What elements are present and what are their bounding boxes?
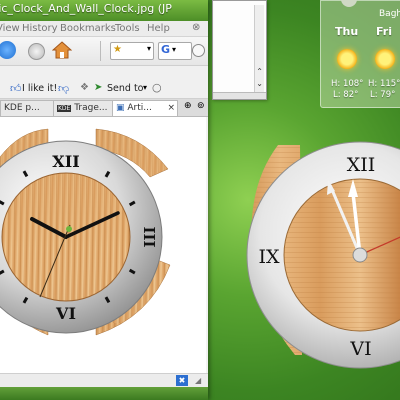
menu-view[interactable]: View [0, 23, 20, 34]
weather-top-icon [341, 0, 357, 7]
tab-tragedy[interactable]: KDE Trage... [53, 100, 113, 116]
desktop-clock-widget[interactable]: XII IX VI [240, 125, 400, 375]
menu-bar: View History Bookmarks Tools Help ⊗ [0, 21, 208, 37]
toolbar-spacer [0, 66, 208, 80]
weather-low-fri: L: 79° [370, 90, 396, 100]
tab-label: Arti... [127, 103, 152, 113]
tag-icon[interactable]: ❖ [80, 82, 89, 93]
menu-history[interactable]: History [22, 23, 58, 34]
status-bar: ✖ ◢ [0, 373, 208, 388]
scroll-up-arrow-icon[interactable]: ⌃ [256, 67, 263, 76]
like-button[interactable]: I like it! [22, 83, 57, 94]
close-icon[interactable]: ⊗ [192, 22, 200, 33]
search-field[interactable]: G ▾ [158, 42, 192, 60]
tab-close-icon[interactable]: × [167, 101, 175, 116]
browser-window[interactable]: tic_Clock_And_Wall_Clock.jpg (JP View Hi… [0, 0, 208, 400]
image-icon: ▣ [116, 103, 125, 113]
url-field[interactable]: ★ ▾ [110, 42, 154, 60]
weather-day-thu: Thu [335, 25, 359, 38]
send-icon[interactable]: ➤ [94, 82, 102, 93]
tab-kde[interactable]: KDE p... [0, 100, 54, 116]
tab-list-icon[interactable]: ⊕ [184, 101, 192, 111]
reload-icon[interactable] [0, 41, 16, 59]
bookmarks-toolbar: 👍︎ I like it! 👎︎ ❖ ➤ Send to ▾ ○ [0, 80, 208, 99]
search-go-icon[interactable] [192, 44, 205, 57]
addon-status-icon[interactable]: ✖ [176, 375, 188, 386]
google-icon: G [161, 43, 171, 56]
home-icon[interactable] [51, 40, 73, 60]
numeral-vi: VI [349, 338, 371, 360]
toolbar-divider [100, 41, 101, 61]
clock-center-pin [66, 226, 72, 232]
numeral-xii: XII [347, 154, 376, 176]
send-dropdown-icon[interactable]: ▾ [143, 83, 147, 92]
weather-day-fri: Fri [376, 25, 393, 38]
resize-grip-icon[interactable]: ◢ [195, 376, 201, 385]
menu-tools[interactable]: Tools [115, 23, 140, 34]
thumbs-down-icon[interactable]: 👎︎ [58, 82, 69, 95]
window-bottom-edge [213, 92, 266, 99]
tab-list-dropdown-icon[interactable]: ⊚ [197, 101, 205, 111]
menu-help[interactable]: Help [147, 23, 170, 34]
numeral-iii: III [140, 226, 158, 247]
search-dropdown-icon[interactable]: ▾ [172, 45, 176, 54]
window-bottom-frame [0, 387, 208, 400]
sun-icon [337, 49, 357, 69]
tab-article[interactable]: ▣ Arti... × [112, 100, 178, 116]
page-content[interactable]: XII III VI [0, 117, 206, 373]
lock-icon: ★ [113, 44, 122, 55]
comment-icon[interactable]: ○ [152, 81, 162, 94]
tab-label: Trage... [74, 103, 108, 113]
browser-clock-image: XII III VI [0, 128, 171, 336]
clock-center-pin [352, 247, 368, 263]
weather-city: Bagh [379, 9, 400, 19]
sun-icon [375, 49, 395, 69]
send-to-button[interactable]: Send to [107, 83, 143, 94]
window-title: tic_Clock_And_Wall_Clock.jpg (JP [0, 2, 172, 15]
dropdown-arrow-icon[interactable]: ▾ [147, 44, 151, 53]
tab-label: KDE p... [4, 103, 40, 113]
stop-icon[interactable] [28, 43, 45, 60]
numeral-xii: XII [52, 152, 79, 171]
menu-bookmarks[interactable]: Bookmarks [60, 23, 116, 34]
weather-widget[interactable]: Bagh Thu Fri H: 108° L: 82° H: 115° L: 7… [320, 0, 400, 108]
numeral-vi: VI [55, 304, 76, 323]
title-bar[interactable]: tic_Clock_And_Wall_Clock.jpg (JP [0, 0, 208, 22]
weather-high-thu: H: 108° [331, 79, 364, 89]
small-window[interactable]: ⌃ ⌄ [212, 0, 267, 100]
numeral-ix: IX [258, 246, 280, 268]
scroll-down-arrow-icon[interactable]: ⌄ [256, 79, 263, 88]
tab-bar: KDE p... KDE Trage... ▣ Arti... × ⊕ ⊚ [0, 99, 208, 117]
weather-high-fri: H: 115° [368, 79, 400, 89]
weather-low-thu: L: 82° [333, 90, 359, 100]
thumbs-up-icon[interactable]: 👍︎ [10, 82, 22, 95]
kde-icon: KDE [57, 105, 72, 112]
